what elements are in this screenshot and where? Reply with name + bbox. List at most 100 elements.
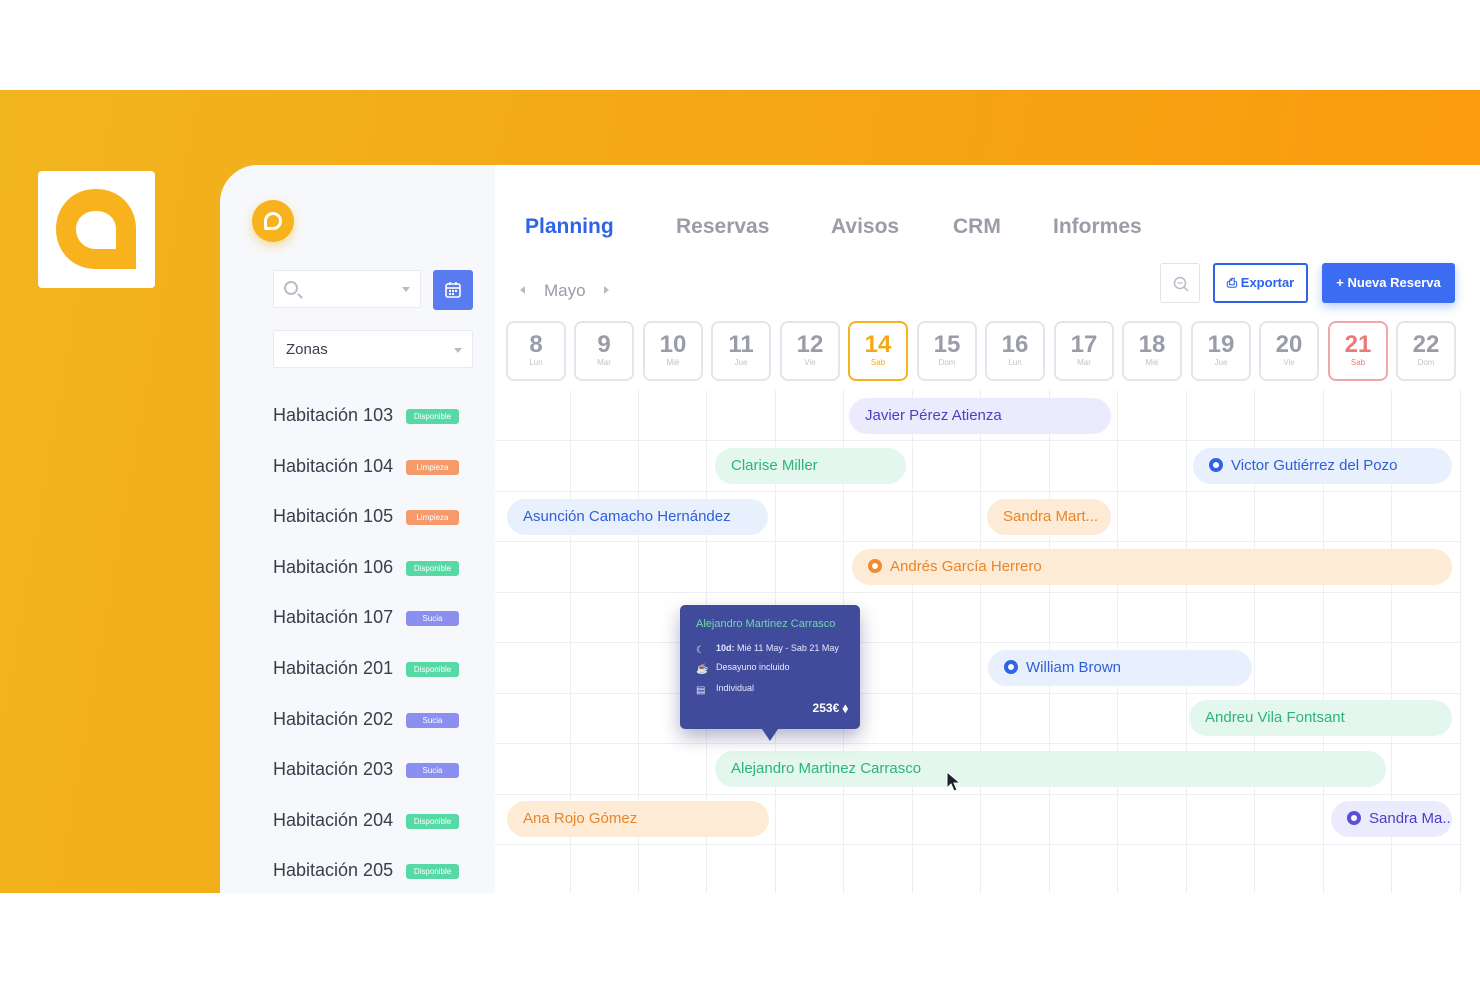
room-row[interactable]: Habitación 204 Disponible	[273, 810, 483, 834]
status-dot-icon	[868, 559, 882, 573]
booking-bar[interactable]: William Brown	[988, 650, 1252, 686]
calendar-icon	[445, 282, 461, 298]
booking-guest-name: Sandra Mart...	[1003, 508, 1099, 525]
day-header-20[interactable]: 20 Vie	[1259, 321, 1319, 381]
day-of-week: Mar	[1077, 358, 1091, 367]
room-status-badge: Sucia	[406, 713, 459, 728]
euro-icon	[1209, 458, 1223, 472]
day-header-17[interactable]: 17 Mar	[1054, 321, 1114, 381]
day-header-10[interactable]: 10 Mié	[643, 321, 703, 381]
tooltip-stay-dates: Mié 11 May - Sab 21 May	[737, 643, 839, 653]
zoom-button[interactable]	[1160, 263, 1200, 303]
day-of-week: Vie	[1283, 358, 1295, 367]
day-of-week: Mar	[597, 358, 611, 367]
day-header-22[interactable]: 22 Dom	[1396, 321, 1456, 381]
booking-bar[interactable]: Victor Gutiérrez del Pozo	[1193, 448, 1452, 484]
previous-month-icon[interactable]	[520, 286, 525, 294]
chevron-down-icon	[402, 287, 410, 292]
room-status-badge: Sucia	[406, 763, 459, 778]
app-logo-icon[interactable]	[252, 200, 294, 242]
day-number: 11	[728, 331, 754, 358]
day-header-11[interactable]: 11 Jue	[711, 321, 771, 381]
search-icon	[284, 281, 298, 295]
day-header-21[interactable]: 21 Sab	[1328, 321, 1388, 381]
day-header-16[interactable]: 16 Lun	[985, 321, 1045, 381]
room-name: Habitación 202	[273, 709, 394, 729]
room-row[interactable]: Habitación 201 Disponible	[273, 658, 483, 682]
day-header-14[interactable]: 14 Sab	[848, 321, 908, 381]
export-button-label: Exportar	[1240, 275, 1295, 290]
tab-reservas[interactable]: Reservas	[676, 215, 769, 239]
grid-row-line	[495, 642, 1460, 643]
day-header-19[interactable]: 19 Jue	[1191, 321, 1251, 381]
day-header-8[interactable]: 8 Lun	[506, 321, 566, 381]
room-status-badge: Disponible	[406, 864, 459, 879]
day-header-12[interactable]: 12 Vie	[780, 321, 840, 381]
zones-select-label: Zonas	[286, 341, 328, 358]
room-row[interactable]: Habitación 205 Disponible	[273, 860, 483, 884]
booking-bar[interactable]: Alejandro Martinez Carrasco	[715, 751, 1386, 787]
bed-icon: ▤	[696, 685, 706, 696]
day-number: 14	[864, 331, 892, 358]
tab-planning[interactable]: Planning	[525, 215, 614, 239]
room-status-badge: Disponible	[406, 561, 459, 576]
booking-guest-name: Asunción Camacho Hernández	[523, 508, 731, 525]
day-number: 16	[1001, 331, 1029, 358]
room-row[interactable]: Habitación 202 Sucia	[273, 709, 483, 733]
price-tag-icon: ⬧	[842, 701, 848, 715]
tooltip-guest-name: Alejandro Martinez Carrasco	[696, 618, 836, 630]
tab-informes[interactable]: Informes	[1053, 215, 1142, 239]
day-header-15[interactable]: 15 Dom	[917, 321, 977, 381]
tooltip-price: 253€ ⬧	[813, 701, 848, 716]
tab-avisos[interactable]: Avisos	[831, 215, 899, 239]
tooltip-board: Desayuno incluido	[716, 662, 790, 672]
chevron-down-icon	[454, 348, 462, 353]
booking-bar[interactable]: Andreu Vila Fontsant	[1189, 700, 1452, 736]
day-of-week: Sab	[870, 358, 886, 367]
booking-bar[interactable]: Javier Pérez Atienza	[849, 398, 1111, 434]
room-name: Habitación 107	[273, 607, 394, 627]
room-name: Habitación 201	[273, 658, 394, 678]
booking-bar[interactable]: Sandra Mart...	[987, 499, 1111, 535]
booking-bar[interactable]: Clarise Miller	[715, 448, 906, 484]
export-icon: ⎙	[1226, 275, 1238, 290]
day-header-9[interactable]: 9 Mar	[574, 321, 634, 381]
new-booking-button[interactable]: + Nueva Reserva	[1322, 263, 1455, 303]
export-button[interactable]: ⎙ Exportar	[1213, 263, 1308, 303]
room-row[interactable]: Habitación 105 Limpieza	[273, 506, 483, 530]
booking-bar[interactable]: Andrés García Herrero	[852, 549, 1452, 585]
calendar-button[interactable]	[433, 270, 473, 310]
sidebar: Zonas Habitación 103 Disponible Habitación…	[220, 165, 495, 893]
booking-bar[interactable]: Asunción Camacho Hernández	[507, 499, 768, 535]
room-status-badge: Disponible	[406, 409, 459, 424]
zoom-icon	[1173, 276, 1189, 292]
grid-row-line	[495, 693, 1460, 694]
room-name: Habitación 104	[273, 456, 394, 476]
zones-select[interactable]: Zonas	[273, 330, 473, 368]
booking-tooltip: Alejandro Martinez Carrasco ☾ 10d: Mié 11…	[680, 605, 860, 741]
room-row[interactable]: Habitación 203 Sucia	[273, 759, 483, 783]
month-navigator: Mayo	[520, 280, 640, 304]
room-name: Habitación 204	[273, 810, 394, 830]
next-month-icon[interactable]	[604, 286, 609, 294]
booking-guest-name: Clarise Miller	[731, 457, 818, 474]
room-row[interactable]: Habitación 104 Limpieza	[273, 456, 483, 480]
search-input[interactable]	[273, 270, 421, 308]
room-row[interactable]: Habitación 107 Sucia	[273, 607, 483, 631]
grid-row-line	[495, 844, 1460, 845]
room-row[interactable]: Habitación 106 Disponible	[273, 557, 483, 581]
day-number: 9	[597, 331, 611, 358]
room-row[interactable]: Habitación 103 Disponible	[273, 405, 483, 429]
coffee-icon: ☕	[696, 664, 709, 675]
booking-bar[interactable]: Sandra Ma...	[1331, 801, 1452, 837]
booking-guest-name: Javier Pérez Atienza	[865, 407, 1002, 424]
day-of-week: Jue	[1214, 358, 1228, 367]
booking-bar[interactable]: Ana Rojo Gómez	[507, 801, 769, 837]
room-name: Habitación 203	[273, 759, 394, 779]
tooltip-room-type-row: ▤ Individual	[696, 683, 754, 696]
tab-crm[interactable]: CRM	[953, 215, 1001, 239]
screen: Zonas Habitación 103 Disponible Habitación…	[0, 0, 1480, 987]
day-header-18[interactable]: 18 Mié	[1122, 321, 1182, 381]
room-name: Habitación 106	[273, 557, 394, 577]
day-number: 20	[1275, 331, 1303, 358]
